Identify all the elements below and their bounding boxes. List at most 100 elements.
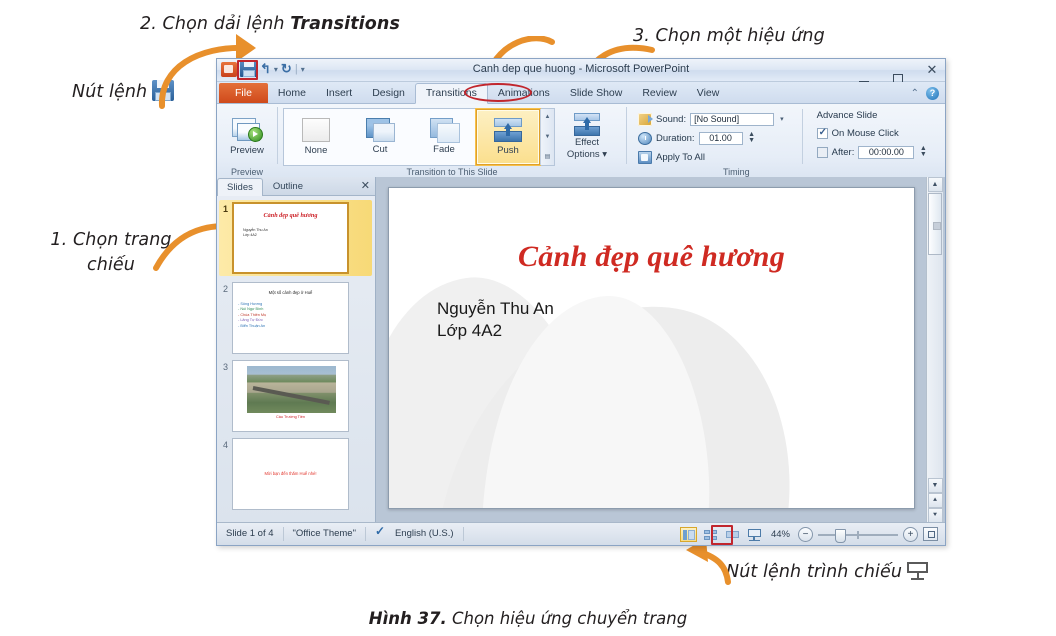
slide-canvas[interactable]: Cảnh đẹp quê hương Nguyễn Thu An Lớp 4A2 <box>388 187 915 509</box>
language-label: English (U.S.) <box>394 528 454 539</box>
navigator-tab-outline[interactable]: Outline <box>263 177 313 195</box>
gallery-scrollbar: ▲ ▼ ▤ <box>540 108 554 165</box>
transition-cut[interactable]: Cut <box>348 109 412 165</box>
gallery-scroll-up[interactable]: ▲ <box>541 109 554 126</box>
slide-number-4: 4 <box>222 440 228 450</box>
annotation-step-2: 2. Chọn dải lệnh Transitions <box>140 14 400 34</box>
apply-to-all-row[interactable]: Apply To All <box>638 149 786 165</box>
fit-to-window-button[interactable] <box>923 527 938 541</box>
sound-dropdown-icon[interactable]: ▾ <box>778 115 786 123</box>
transition-fade-icon <box>430 118 460 143</box>
thumb1-subtext: Nguyễn Thu An Lớp 4A2 <box>243 228 268 238</box>
help-icon[interactable]: ? <box>926 87 939 100</box>
tab-design[interactable]: Design <box>362 84 415 103</box>
duration-stepper[interactable]: ▲ ▼ <box>747 131 757 145</box>
minimize-ribbon-icon[interactable]: ⌃ <box>911 88 919 99</box>
navigator-tab-slides[interactable]: Slides <box>217 178 263 196</box>
transition-cut-icon <box>366 118 395 142</box>
after-label: After: <box>831 146 855 158</box>
sound-label: Sound: <box>656 113 687 125</box>
slide-thumbnail-list[interactable]: 1 Cảnh đẹp quê hương Nguyễn Thu An Lớp 4… <box>217 196 375 523</box>
advance-slide-column: Advance Slide On Mouse Click After: 00:0… <box>811 107 935 166</box>
effect-options-button[interactable]: Effect Options ▾ <box>555 112 619 160</box>
transition-push-label: Push <box>497 144 519 156</box>
slide-body-text[interactable]: Nguyễn Thu An Lớp 4A2 <box>437 298 554 342</box>
slide-navigator-pane: Slides Outline ✕ 1 Cảnh đẹp quê hương Ng… <box>217 177 376 523</box>
after-row: After: 00:00.00 ▲ ▼ <box>816 144 929 160</box>
annotation-step-3-text: 3. Chọn một hiệu ứng <box>633 26 825 46</box>
thumb2-title: Một số cảnh đẹp ở Huế <box>268 290 313 295</box>
scroll-up-button[interactable]: ▲ <box>927 177 943 192</box>
ribbon: Preview Preview None Cut Fade Push ▲ ▼ ▤… <box>217 104 945 179</box>
figure-caption-number: Hình 37. <box>368 609 447 628</box>
slide-show-view-button[interactable] <box>746 527 763 542</box>
thumb2-bullet-5: - Biển Thuận An <box>238 323 266 328</box>
preview-button-label: Preview <box>230 145 264 156</box>
thumb4-text: Mời bạn đến thăm Huế nhé! <box>264 471 317 476</box>
ribbon-group-preview: Preview Preview <box>217 104 277 178</box>
on-mouse-click-checkbox[interactable] <box>816 127 828 139</box>
slide-thumbnail-3[interactable]: 3 Cầu Trường Tiền <box>219 360 372 432</box>
after-stepper[interactable]: ▲ ▼ <box>918 145 928 159</box>
sound-row: Sound: [No Sound] ▾ <box>638 111 786 127</box>
duration-label: Duration: <box>656 132 695 144</box>
normal-view-button[interactable] <box>679 526 697 542</box>
tab-review[interactable]: Review <box>632 84 686 103</box>
vertical-scrollbar[interactable]: ▲ ▼ ⯅ ⯆ <box>926 177 943 523</box>
slide-thumbnail-2[interactable]: 2 Một số cảnh đẹp ở Huế - Sông Hương - N… <box>219 282 372 354</box>
advance-slide-label: Advance Slide <box>816 110 878 121</box>
slide-number-2: 2 <box>222 284 228 294</box>
transition-fade[interactable]: Fade <box>412 109 476 165</box>
after-input[interactable]: 00:00.00 <box>858 145 915 159</box>
tab-file[interactable]: File <box>219 83 268 103</box>
highlight-slide-show-button <box>711 525 733 545</box>
close-navigator-icon[interactable]: ✕ <box>361 179 370 192</box>
slide-thumbnail-4[interactable]: 4 Mời bạn đến thăm Huế nhé! <box>219 438 372 510</box>
zoom-slider[interactable] <box>818 528 898 543</box>
after-checkbox[interactable] <box>816 146 828 158</box>
annotation-step-1-line1: 1. Chọn trang <box>50 230 172 250</box>
on-mouse-click-row[interactable]: On Mouse Click <box>816 125 929 141</box>
preview-button[interactable]: Preview <box>222 116 272 156</box>
theme-name[interactable]: "Office Theme" <box>284 527 366 541</box>
close-button[interactable]: ✕ <box>923 60 941 79</box>
highlight-save-button <box>237 60 258 80</box>
tab-slide-show[interactable]: Slide Show <box>560 84 633 103</box>
sound-select[interactable]: [No Sound] <box>690 112 775 126</box>
zoom-in-button[interactable]: + <box>903 526 918 542</box>
language-cell[interactable]: English (U.S.) <box>366 524 464 541</box>
slide-thumb-canvas-3: Cầu Trường Tiền <box>232 360 349 432</box>
scrollbar-thumb[interactable] <box>928 193 942 255</box>
tab-home[interactable]: Home <box>268 84 316 103</box>
gallery-more-button[interactable]: ▤ <box>541 148 554 165</box>
next-slide-button[interactable]: ⯆ <box>927 508 943 523</box>
clock-icon <box>638 131 652 145</box>
slide-number-1: 1 <box>222 204 228 214</box>
gallery-scroll-down[interactable]: ▼ <box>541 128 554 145</box>
apply-to-all-label: Apply To All <box>656 151 705 163</box>
timing-left-column: Sound: [No Sound] ▾ Duration: 01.00 ▲ ▼ A… <box>632 107 792 166</box>
annotation-step-3: 3. Chọn một hiệu ứng <box>633 26 825 46</box>
slide-counter[interactable]: Slide 1 of 4 <box>217 527 284 541</box>
figure-caption-text: Chọn hiệu ứng chuyển trang <box>446 609 688 628</box>
title-bar: ↰ ▾ ↻ | ▾ Canh dep que huong - Microsoft… <box>217 59 945 83</box>
tab-insert[interactable]: Insert <box>316 84 362 103</box>
duration-row: Duration: 01.00 ▲ ▼ <box>638 130 786 146</box>
previous-slide-button[interactable]: ⯅ <box>927 493 943 508</box>
zoom-out-button[interactable]: − <box>798 526 813 542</box>
transition-gallery: None Cut Fade Push ▲ ▼ ▤ <box>283 107 555 166</box>
duration-input[interactable]: 01.00 <box>698 131 743 145</box>
slide-title-text[interactable]: Cảnh đẹp quê hương <box>389 240 914 274</box>
annotation-step-2-bold: Transitions <box>290 14 400 34</box>
effect-options-line1: Effect <box>574 136 600 148</box>
apply-to-all-icon <box>638 150 652 164</box>
ribbon-group-timing: Sound: [No Sound] ▾ Duration: 01.00 ▲ ▼ A… <box>627 104 945 178</box>
scroll-down-button[interactable]: ▼ <box>927 478 943 493</box>
transition-push[interactable]: Push <box>475 107 541 166</box>
figure-caption: Hình 37. Chọn hiệu ứng chuyển trang <box>0 609 1056 628</box>
thumb2-bullets: - Sông Hương - Núi Ngự Bình - Chùa Thiên… <box>238 302 266 329</box>
tab-view[interactable]: View <box>687 84 730 103</box>
spellcheck-icon[interactable] <box>375 524 389 540</box>
slide-thumbnail-1[interactable]: 1 Cảnh đẹp quê hương Nguyễn Thu An Lớp 4… <box>219 200 372 276</box>
transition-none[interactable]: None <box>284 109 348 165</box>
